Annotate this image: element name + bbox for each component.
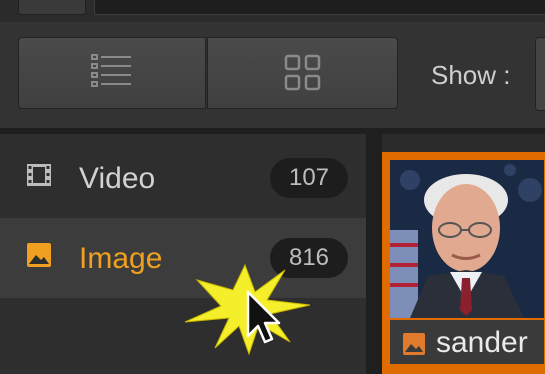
list-view-icon [91,54,131,87]
top-tab[interactable] [18,0,86,15]
show-label: Show : [431,60,511,90]
thumbnail-image [390,160,544,318]
top-bar [0,0,545,22]
list-view-button[interactable] [18,37,206,109]
image-icon [27,243,51,267]
top-field[interactable] [94,0,545,15]
show-select[interactable] [535,37,545,111]
toolbar: Show : [0,22,545,128]
media-thumbnail[interactable]: sander [382,152,545,374]
sidebar-item-label: Video [79,162,156,195]
film-icon [27,164,51,186]
thumbnail-caption-text: sander [436,326,528,359]
sidebar-item-label: Image [79,242,163,275]
grid-view-button[interactable] [207,37,398,109]
thumbnail-caption: sander [390,320,544,364]
panel-divider [366,134,382,374]
grid-view-icon [284,54,320,91]
sidebar-item-video[interactable]: Video 107 [0,138,366,218]
count-badge: 107 [270,158,348,198]
image-icon [403,333,425,355]
mouse-cursor-icon [246,290,281,344]
